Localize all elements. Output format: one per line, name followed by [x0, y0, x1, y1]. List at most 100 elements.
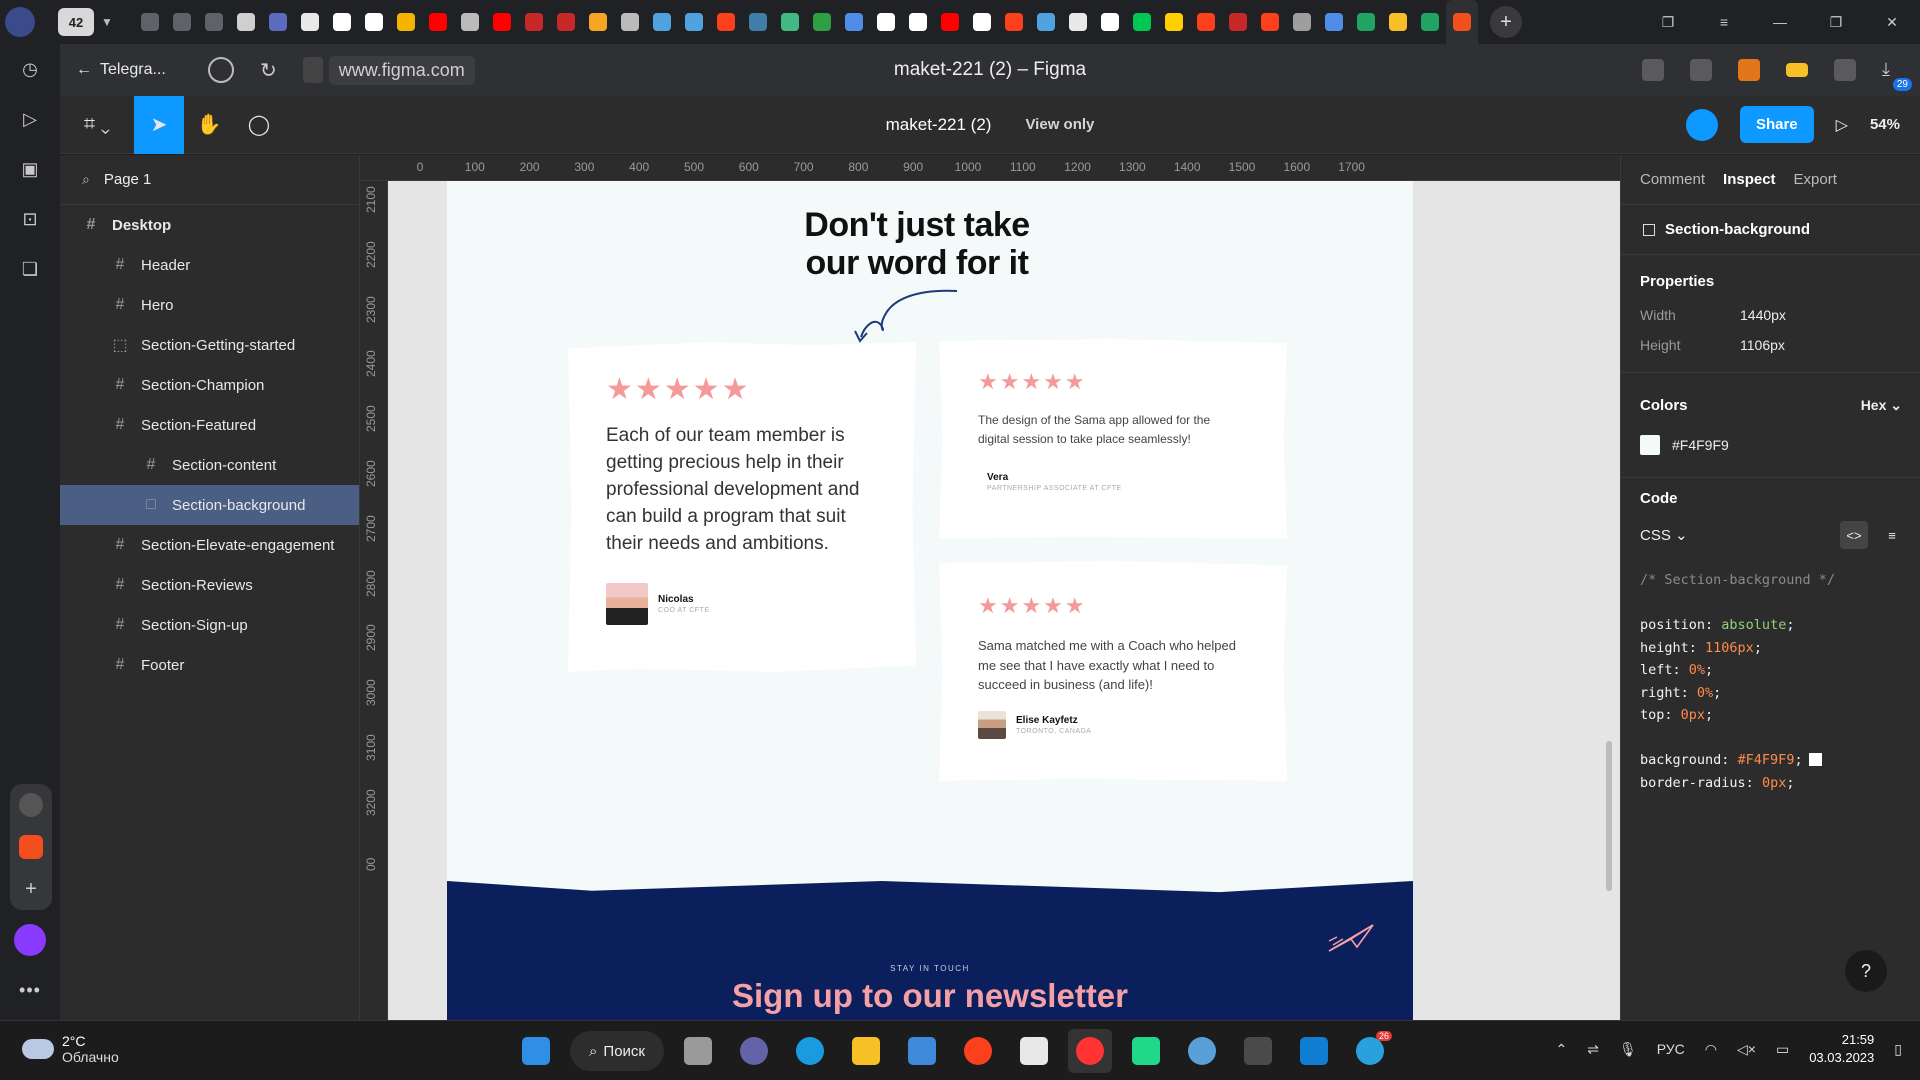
- browser-tab[interactable]: [1190, 0, 1222, 44]
- extensions-icon[interactable]: [1834, 59, 1856, 81]
- reload-icon[interactable]: ↻: [260, 58, 277, 83]
- tab-count-icon[interactable]: ⊡: [0, 194, 60, 244]
- share-link-icon[interactable]: [1642, 59, 1664, 81]
- tab-comment[interactable]: Comment: [1640, 171, 1705, 188]
- code-language-select[interactable]: CSS ⌄: [1640, 526, 1688, 544]
- browser-tab[interactable]: [1126, 0, 1158, 44]
- code-view-icon[interactable]: <>: [1840, 521, 1868, 549]
- move-tool[interactable]: ➤: [134, 95, 184, 154]
- chevron-up-icon[interactable]: ⌃: [1556, 1041, 1568, 1058]
- browser-tab[interactable]: [550, 0, 582, 44]
- alice-assistant-icon[interactable]: [14, 924, 46, 956]
- browser-tab[interactable]: [1382, 0, 1414, 44]
- browser-tab[interactable]: [1350, 0, 1382, 44]
- figma-main-menu[interactable]: ⌗ ⌄: [60, 96, 134, 154]
- browser-tab[interactable]: [1254, 0, 1286, 44]
- add-app-icon[interactable]: +: [19, 877, 43, 901]
- yandex-protect-icon[interactable]: [208, 57, 234, 83]
- battery-saver-icon[interactable]: [1786, 63, 1808, 77]
- layer-item[interactable]: # Footer: [60, 645, 359, 685]
- layer-item[interactable]: # Section-Elevate-engagement: [60, 525, 359, 565]
- settings-sliders-icon[interactable]: ⇌: [1587, 1041, 1599, 1058]
- browser-tab[interactable]: [742, 0, 774, 44]
- code-block[interactable]: /* Section-background */ position: absol…: [1621, 569, 1920, 794]
- browser-tab[interactable]: [902, 0, 934, 44]
- layer-item[interactable]: # Section-Sign-up: [60, 605, 359, 645]
- menu-icon[interactable]: ≡: [1696, 0, 1752, 44]
- volume-icon[interactable]: ◁×: [1737, 1041, 1756, 1058]
- notification-icon[interactable]: ▯: [1894, 1041, 1902, 1058]
- browser-tab[interactable]: [390, 0, 422, 44]
- browser-tab[interactable]: [262, 0, 294, 44]
- collections-icon[interactable]: ❏: [0, 244, 60, 294]
- chat-icon[interactable]: [732, 1029, 776, 1073]
- close-button[interactable]: ✕: [1864, 0, 1920, 44]
- browser-tab[interactable]: [998, 0, 1030, 44]
- browser-tab[interactable]: [1446, 0, 1478, 44]
- yandex-browser-button[interactable]: [0, 0, 40, 44]
- layer-item[interactable]: # Desktop: [60, 205, 359, 245]
- pycharm-icon[interactable]: [1124, 1029, 1168, 1073]
- browser-tab[interactable]: [294, 0, 326, 44]
- browser-tab[interactable]: [678, 0, 710, 44]
- tab-inspect[interactable]: Inspect: [1723, 171, 1776, 188]
- browser-tab[interactable]: [838, 0, 870, 44]
- tabs-panel-icon[interactable]: ❐: [1640, 0, 1696, 44]
- browser-tab[interactable]: [934, 0, 966, 44]
- layer-item[interactable]: ⬚ Section-Getting-started: [60, 325, 359, 365]
- browser-tab[interactable]: [1030, 0, 1062, 44]
- color-format-select[interactable]: Hex ⌄: [1861, 397, 1902, 414]
- store-icon[interactable]: [1012, 1029, 1056, 1073]
- browser-tab[interactable]: [870, 0, 902, 44]
- page-selector[interactable]: ⌕ Page 1: [60, 155, 359, 205]
- chevron-down-icon[interactable]: ▼: [94, 8, 120, 36]
- browser-tab[interactable]: [806, 0, 838, 44]
- search-button[interactable]: ⌕ Поиск: [570, 1031, 664, 1071]
- layer-item[interactable]: # Section-Champion: [60, 365, 359, 405]
- yandex-browser-taskbar-icon[interactable]: [1068, 1029, 1112, 1073]
- browser-tab[interactable]: [710, 0, 742, 44]
- more-icon[interactable]: •••: [0, 980, 60, 1001]
- hand-tool[interactable]: ✋: [184, 96, 234, 154]
- share-button[interactable]: Share: [1739, 106, 1814, 143]
- app-circle-icon[interactable]: [19, 793, 43, 817]
- url-field[interactable]: www.figma.com: [328, 55, 475, 85]
- new-tab-button[interactable]: +: [1490, 6, 1522, 38]
- clock[interactable]: 21:59 03.03.2023: [1809, 1031, 1874, 1067]
- browser-tab[interactable]: [1286, 0, 1318, 44]
- task-view-icon[interactable]: [676, 1029, 720, 1073]
- layer-item[interactable]: □ Section-background: [60, 485, 359, 525]
- browser-tab[interactable]: [518, 0, 550, 44]
- browser-tab[interactable]: [582, 0, 614, 44]
- video-icon[interactable]: ▷: [0, 94, 60, 144]
- yandex-icon[interactable]: [956, 1029, 1000, 1073]
- lock-icon[interactable]: [302, 57, 323, 83]
- browser-tab[interactable]: [134, 0, 166, 44]
- browser-tab[interactable]: [1062, 0, 1094, 44]
- minimize-button[interactable]: —: [1752, 0, 1808, 44]
- layer-item[interactable]: # Section-Reviews: [60, 565, 359, 605]
- browser-tab[interactable]: [198, 0, 230, 44]
- browser-tab[interactable]: [1158, 0, 1190, 44]
- width-value[interactable]: 1440px: [1740, 307, 1786, 323]
- color-row[interactable]: #F4F9F9: [1621, 425, 1920, 465]
- browser-tab[interactable]: [454, 0, 486, 44]
- history-icon[interactable]: ◷: [0, 44, 60, 94]
- browser-tab[interactable]: [646, 0, 678, 44]
- comment-tool[interactable]: ◯: [234, 96, 284, 154]
- browser-tab[interactable]: [358, 0, 390, 44]
- downloads-icon[interactable]: ⤓ 29: [1882, 59, 1912, 91]
- layer-item[interactable]: # Hero: [60, 285, 359, 325]
- file-explorer-icon[interactable]: [844, 1029, 888, 1073]
- figma-app-icon[interactable]: [19, 835, 43, 859]
- browser-tab[interactable]: [1318, 0, 1350, 44]
- metamask-icon[interactable]: [1738, 59, 1760, 81]
- file-name[interactable]: maket-221 (2): [886, 115, 992, 135]
- zoom-level[interactable]: 54%: [1870, 116, 1900, 133]
- browser-tab[interactable]: [966, 0, 998, 44]
- browser-tab[interactable]: [230, 0, 262, 44]
- avatar[interactable]: [1685, 108, 1718, 141]
- weather-widget[interactable]: 2°C Облачно: [22, 1033, 119, 1065]
- layer-item[interactable]: # Section-content: [60, 445, 359, 485]
- bookmark-icon[interactable]: [1690, 59, 1712, 81]
